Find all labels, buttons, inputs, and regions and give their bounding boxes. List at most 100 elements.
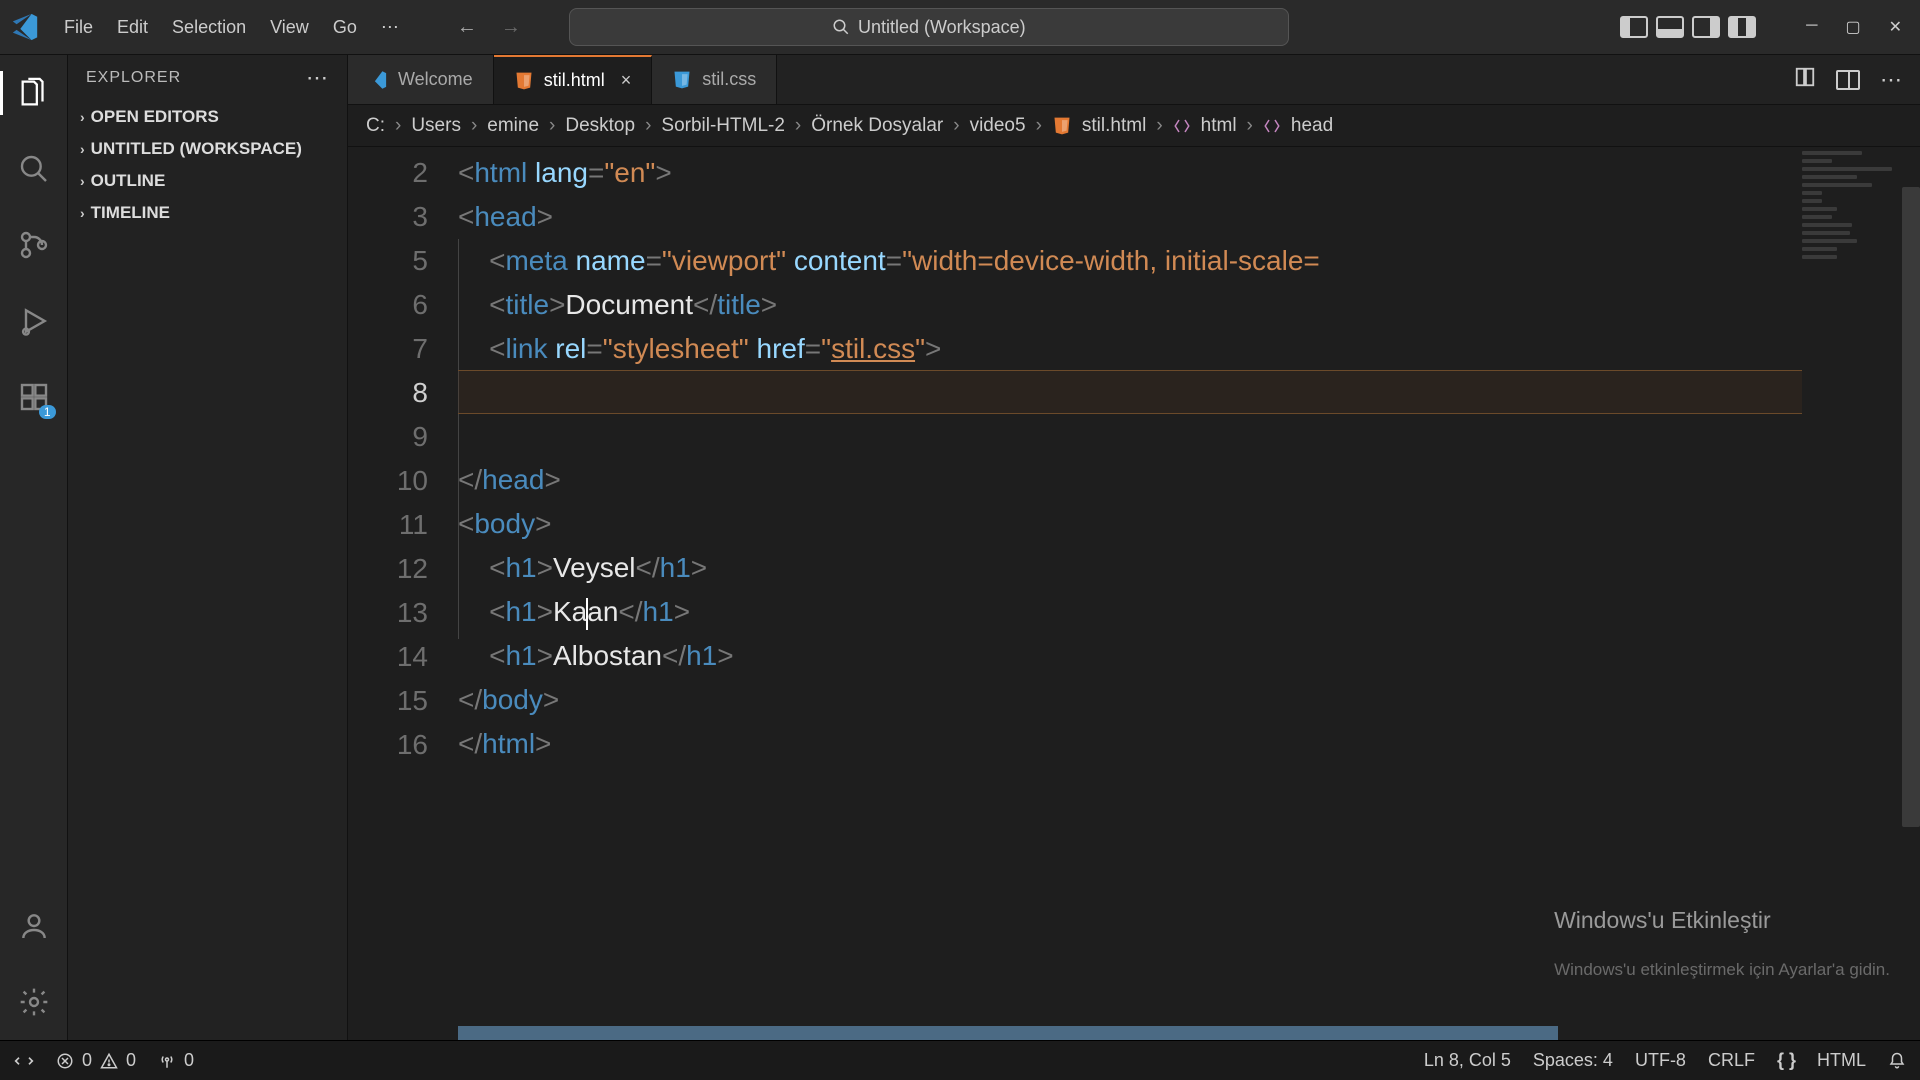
command-center-text: Untitled (Workspace) — [858, 17, 1026, 38]
line-gutter: 235678910111213141516 — [348, 147, 448, 767]
tab-label: stil.css — [702, 69, 756, 90]
section-label: TIMELINE — [91, 203, 170, 223]
toggle-secondary-sidebar-icon[interactable] — [1692, 16, 1720, 38]
chevron-right-icon: › — [1036, 115, 1042, 137]
nav-arrows: ← → — [449, 12, 529, 43]
breadcrumbs[interactable]: C: › Users › emine › Desktop › Sorbil-HTML-2 › Örn… — [348, 105, 1920, 147]
section-open-editors[interactable]: › OPEN EDITORS — [68, 101, 347, 133]
status-ports[interactable]: 0 — [158, 1050, 194, 1071]
activity-accounts-icon[interactable] — [16, 908, 52, 944]
tab-label: stil.html — [544, 70, 605, 91]
menu-view[interactable]: View — [260, 11, 319, 44]
explorer-more-icon[interactable]: ⋯ — [306, 65, 329, 91]
crumb-symbol[interactable]: html — [1201, 115, 1237, 137]
explorer-title: EXPLORER — [86, 69, 181, 87]
tab-welcome[interactable]: Welcome — [348, 55, 494, 104]
code-content[interactable]: <html lang="en"><head> <meta name="viewp… — [458, 151, 1920, 766]
nav-back-icon[interactable]: ← — [449, 12, 485, 43]
activity-settings-icon[interactable] — [16, 984, 52, 1020]
title-bar: File Edit Selection View Go ⋯ ← → Untitl… — [0, 0, 1920, 55]
error-count: 0 — [82, 1050, 92, 1071]
symbol-icon — [1263, 117, 1281, 135]
ports-count: 0 — [184, 1050, 194, 1071]
menu-bar: File Edit Selection View Go ⋯ — [54, 11, 409, 44]
chevron-right-icon: › — [471, 115, 477, 137]
section-label: OPEN EDITORS — [91, 107, 219, 127]
crumb-segment[interactable]: Desktop — [565, 115, 635, 137]
chevron-right-icon: › — [1156, 115, 1162, 137]
section-label: OUTLINE — [91, 171, 166, 191]
html-file-icon — [1052, 116, 1072, 136]
chevron-right-icon: › — [953, 115, 959, 137]
status-indentation[interactable]: Spaces: 4 — [1533, 1050, 1613, 1071]
activity-source-control-icon[interactable] — [16, 227, 52, 263]
section-workspace[interactable]: › UNTITLED (WORKSPACE) — [68, 133, 347, 165]
section-outline[interactable]: › OUTLINE — [68, 165, 347, 197]
crumb-symbol[interactable]: head — [1291, 115, 1333, 137]
minimize-icon[interactable]: ─ — [1806, 17, 1817, 37]
remote-indicator[interactable] — [14, 1051, 34, 1071]
vscode-file-icon — [368, 70, 388, 90]
split-editor-icon[interactable] — [1836, 70, 1860, 90]
chevron-right-icon: › — [1247, 115, 1253, 137]
remote-icon — [14, 1051, 34, 1071]
explorer-header: EXPLORER ⋯ — [68, 55, 347, 101]
tab-stil-css[interactable]: stil.css — [652, 55, 777, 104]
chevron-right-icon: › — [549, 115, 555, 137]
crumb-file[interactable]: stil.html — [1082, 115, 1146, 137]
vertical-scrollbar[interactable] — [1902, 187, 1920, 827]
status-notifications-icon[interactable] — [1888, 1052, 1906, 1070]
chevron-right-icon: › — [80, 173, 85, 189]
warning-icon — [100, 1052, 118, 1070]
section-timeline[interactable]: › TIMELINE — [68, 197, 347, 229]
tab-stil-html[interactable]: stil.html × — [494, 55, 653, 104]
chevron-right-icon: › — [80, 141, 85, 157]
extensions-badge: 1 — [39, 405, 56, 419]
crumb-segment[interactable]: Users — [411, 115, 461, 137]
activity-search-icon[interactable] — [16, 151, 52, 187]
menu-edit[interactable]: Edit — [107, 11, 158, 44]
css-file-icon — [672, 70, 692, 90]
tab-more-icon[interactable]: ⋯ — [1880, 67, 1902, 93]
layout-controls — [1620, 16, 1756, 38]
activity-run-debug-icon[interactable] — [16, 303, 52, 339]
status-language-label: HTML — [1817, 1050, 1866, 1071]
crumb-segment[interactable]: Örnek Dosyalar — [811, 115, 943, 137]
customize-layout-icon[interactable] — [1728, 16, 1756, 38]
activity-bar: 1 — [0, 55, 68, 1040]
chevron-right-icon: › — [80, 205, 85, 221]
status-encoding[interactable]: UTF-8 — [1635, 1050, 1686, 1071]
menu-selection[interactable]: Selection — [162, 11, 256, 44]
code-editor[interactable]: 235678910111213141516 <html lang="en"><h… — [348, 147, 1920, 1040]
close-icon[interactable]: ✕ — [1889, 17, 1902, 37]
menu-go[interactable]: Go — [323, 11, 367, 44]
editor-zone: Welcome stil.html × stil.css ⋯ C: › Users › emi… — [348, 55, 1920, 1040]
crumb-segment[interactable]: C: — [366, 115, 385, 137]
toggle-primary-sidebar-icon[interactable] — [1620, 16, 1648, 38]
section-label: UNTITLED (WORKSPACE) — [91, 139, 302, 159]
chevron-right-icon: › — [80, 109, 85, 125]
nav-forward-icon[interactable]: → — [493, 12, 529, 43]
window-controls: ─ ▢ ✕ — [1806, 17, 1902, 37]
main-area: 1 EXPLORER ⋯ › OPEN EDITORS › UNTITLED (WO… — [0, 55, 1920, 1040]
status-eol[interactable]: CRLF — [1708, 1050, 1755, 1071]
menu-more-icon[interactable]: ⋯ — [371, 11, 409, 44]
horizontal-scrollbar[interactable] — [458, 1026, 1558, 1040]
crumb-segment[interactable]: video5 — [970, 115, 1026, 137]
chevron-right-icon: › — [645, 115, 651, 137]
tab-close-icon[interactable]: × — [621, 70, 632, 91]
compare-icon[interactable] — [1794, 66, 1816, 93]
status-problems[interactable]: 0 0 — [56, 1050, 136, 1071]
command-center[interactable]: Untitled (Workspace) — [569, 8, 1289, 46]
maximize-icon[interactable]: ▢ — [1845, 17, 1860, 37]
radio-tower-icon — [158, 1052, 176, 1070]
crumb-segment[interactable]: Sorbil-HTML-2 — [661, 115, 785, 137]
toggle-panel-icon[interactable] — [1656, 16, 1684, 38]
status-cursor-position[interactable]: Ln 8, Col 5 — [1424, 1050, 1511, 1071]
search-icon — [832, 18, 850, 36]
activity-extensions-icon[interactable]: 1 — [16, 379, 52, 415]
status-language[interactable]: { } HTML — [1777, 1050, 1866, 1071]
crumb-segment[interactable]: emine — [487, 115, 539, 137]
activity-explorer-icon[interactable] — [16, 75, 52, 111]
menu-file[interactable]: File — [54, 11, 103, 44]
